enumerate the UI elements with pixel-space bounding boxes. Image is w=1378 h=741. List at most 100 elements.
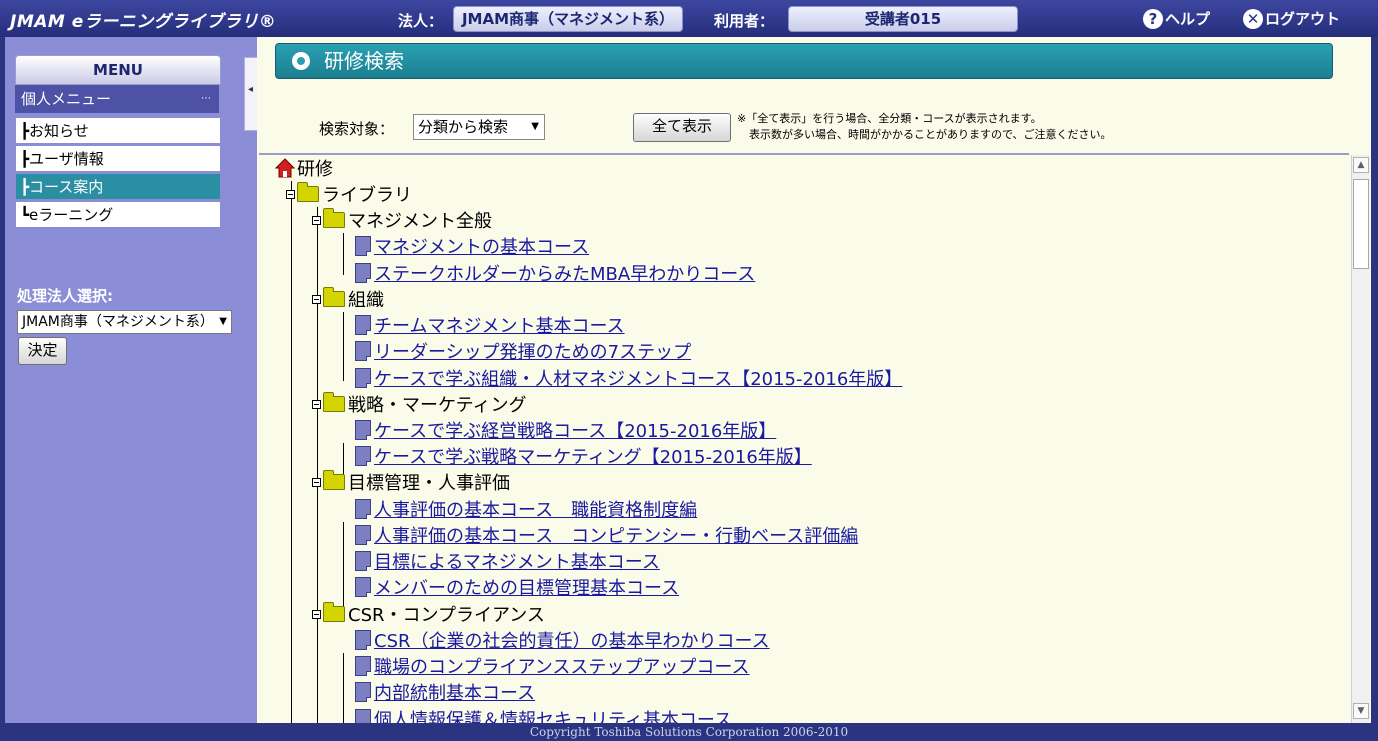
folder-icon xyxy=(297,182,319,202)
search-target-value: 分類から検索 xyxy=(418,118,509,136)
tree-node-library[interactable]: ライブラリ xyxy=(286,181,412,207)
menu-section-title: 個人メニュー xyxy=(21,90,112,108)
tree-category[interactable]: 組織 xyxy=(312,286,384,312)
content-area: 研修検索 検索対象： 分類から検索 ▼ 全て表示 ※「全て表示」を行う場合、全分… xyxy=(257,37,1371,723)
tree-course[interactable]: ケースで学ぶ経営戦略コース【2015-2016年版】 xyxy=(355,417,776,443)
document-icon xyxy=(355,446,371,466)
document-icon xyxy=(355,577,371,597)
tree-root: 研修 xyxy=(275,155,333,181)
home-icon xyxy=(275,158,295,178)
sidebar-item-user-info[interactable]: ┣ユーザ情報 xyxy=(15,145,221,172)
tree-category[interactable]: マネジメント全般 xyxy=(312,207,492,233)
search-target-select[interactable]: 分類から検索 ▼ xyxy=(413,114,545,140)
vertical-scrollbar[interactable]: ▲ ▼ xyxy=(1351,155,1370,723)
document-icon xyxy=(355,499,371,519)
course-link[interactable]: 人事評価の基本コース コンピテンシー・行動ベース評価編 xyxy=(374,522,858,548)
course-link[interactable]: ケースで学ぶ戦略マーケティング【2015-2016年版】 xyxy=(374,443,812,469)
note-line-2: 表示数が多い場合、時間がかかることがありますので、ご注意ください。 xyxy=(749,128,1112,141)
help-icon: ? xyxy=(1143,8,1163,29)
scroll-thumb[interactable] xyxy=(1353,179,1369,269)
course-link[interactable]: 内部統制基本コース xyxy=(374,679,535,705)
document-icon xyxy=(355,630,371,650)
help-link[interactable]: ? ヘルプ xyxy=(1143,8,1210,29)
chevron-down-icon: ▼ xyxy=(219,316,227,327)
sidebar-item-course-guide[interactable]: ┣コース案内 xyxy=(15,173,221,200)
sidebar: MENU 個人メニュー ⋯ ┣お知らせ ┣ユーザ情報 ┣コース案内 ┗eラーニン… xyxy=(5,37,241,723)
course-link[interactable]: メンバーのための目標管理基本コース xyxy=(374,574,679,600)
close-icon: ✕ xyxy=(1243,8,1263,29)
folder-icon xyxy=(323,470,345,490)
collapse-toggle-icon[interactable] xyxy=(312,294,321,304)
decide-button[interactable]: 決定 xyxy=(18,337,67,365)
tree-course[interactable]: 内部統制基本コース xyxy=(355,679,535,705)
sidebar-item-notices[interactable]: ┣お知らせ xyxy=(15,117,221,144)
tree-course[interactable]: リーダーシップ発揮のための7ステップ xyxy=(355,338,691,364)
top-header: JMAM eラーニングライブラリ® 法人： JMAM商事（マネジメント系） 利用… xyxy=(0,0,1378,37)
course-link[interactable]: 個人情報保護＆情報セキュリティ基本コース xyxy=(374,706,732,723)
document-icon xyxy=(355,525,371,545)
tree-root-label: 研修 xyxy=(297,159,333,180)
scroll-up-icon[interactable]: ▲ xyxy=(1353,157,1369,173)
help-label: ヘルプ xyxy=(1165,10,1211,28)
course-link[interactable]: CSR（企業の社会的責任）の基本早わかりコース xyxy=(374,627,770,653)
tree-line xyxy=(317,207,318,723)
sidebar-item-elearning[interactable]: ┗eラーニング xyxy=(15,201,221,228)
footer-copyright: Copyright Toshiba Solutions Corporation … xyxy=(0,723,1378,741)
course-link[interactable]: リーダーシップ発揮のための7ステップ xyxy=(374,338,691,364)
course-link[interactable]: ケースで学ぶ組織・人材マネジメントコース【2015-2016年版】 xyxy=(374,365,902,391)
tree-course[interactable]: ケースで学ぶ戦略マーケティング【2015-2016年版】 xyxy=(355,443,812,469)
course-link[interactable]: チームマネジメント基本コース xyxy=(374,312,625,338)
document-icon xyxy=(355,709,371,723)
tree-line xyxy=(343,653,344,723)
category-label: 組織 xyxy=(348,290,384,311)
folder-icon xyxy=(323,602,345,622)
main-frame: MENU 個人メニュー ⋯ ┣お知らせ ┣ユーザ情報 ┣コース案内 ┗eラーニン… xyxy=(5,37,1371,723)
tree-course[interactable]: ケースで学ぶ組織・人材マネジメントコース【2015-2016年版】 xyxy=(355,365,902,391)
tree-course[interactable]: ステークホルダーからみたMBA早わかりコース xyxy=(355,260,755,286)
tree-line xyxy=(343,233,344,275)
corp-name-box: JMAM商事（マネジメント系） xyxy=(453,6,683,32)
collapse-toggle-icon[interactable] xyxy=(286,189,295,199)
course-link[interactable]: マネジメントの基本コース xyxy=(374,233,589,259)
collapse-toggle-icon[interactable] xyxy=(312,399,321,409)
category-label: 戦略・マーケティング xyxy=(348,395,527,416)
tree-course[interactable]: マネジメントの基本コース xyxy=(355,233,589,259)
document-icon xyxy=(355,551,371,571)
menu-title: MENU xyxy=(15,55,221,85)
tree-course[interactable]: メンバーのための目標管理基本コース xyxy=(355,574,679,600)
tree-course[interactable]: 人事評価の基本コース コンピテンシー・行動ベース評価編 xyxy=(355,522,858,548)
tree-course[interactable]: チームマネジメント基本コース xyxy=(355,312,625,338)
tree-course[interactable]: 職場のコンプライアンスステップアップコース xyxy=(355,653,749,679)
sidebar-item-label: コース案内 xyxy=(29,178,104,196)
course-link[interactable]: 目標によるマネジメント基本コース xyxy=(374,548,660,574)
search-target-label: 検索対象： xyxy=(319,120,395,138)
tree-course[interactable]: 人事評価の基本コース 職能資格制度編 xyxy=(355,496,697,522)
tree-category[interactable]: CSR・コンプライアンス xyxy=(312,601,545,627)
collapse-toggle-icon[interactable] xyxy=(312,215,321,225)
logout-link[interactable]: ✕ ログアウト xyxy=(1243,8,1340,29)
course-link[interactable]: ケースで学ぶ経営戦略コース【2015-2016年版】 xyxy=(374,417,776,443)
tree-category[interactable]: 目標管理・人事評価 xyxy=(312,469,510,495)
course-link[interactable]: ステークホルダーからみたMBA早わかりコース xyxy=(374,260,755,286)
show-all-button[interactable]: 全て表示 xyxy=(633,113,731,142)
corp-select[interactable]: JMAM商事（マネジメント系） ▼ xyxy=(17,310,232,334)
folder-icon xyxy=(323,208,345,228)
collapse-toggle-icon[interactable] xyxy=(312,477,321,487)
brand-logo: JMAM eラーニングライブラリ® xyxy=(10,12,277,32)
document-icon xyxy=(355,236,371,256)
tree-line xyxy=(343,312,344,381)
tree-course[interactable]: CSR（企業の社会的責任）の基本早わかりコース xyxy=(355,627,770,653)
sidebar-item-label: ユーザ情報 xyxy=(29,150,104,168)
chevron-down-icon: ▼ xyxy=(531,121,539,132)
document-icon xyxy=(355,263,371,283)
document-icon xyxy=(355,341,371,361)
course-link[interactable]: 職場のコンプライアンスステップアップコース xyxy=(374,653,749,679)
user-label: 利用者： xyxy=(714,12,775,30)
menu-section-header[interactable]: 個人メニュー ⋯ xyxy=(15,85,219,113)
tree-course[interactable]: 個人情報保護＆情報セキュリティ基本コース xyxy=(355,706,732,723)
scroll-down-icon[interactable]: ▼ xyxy=(1353,703,1369,719)
course-link[interactable]: 人事評価の基本コース 職能資格制度編 xyxy=(374,496,697,522)
collapse-toggle-icon[interactable] xyxy=(312,609,321,619)
tree-category[interactable]: 戦略・マーケティング xyxy=(312,391,527,417)
tree-course[interactable]: 目標によるマネジメント基本コース xyxy=(355,548,660,574)
